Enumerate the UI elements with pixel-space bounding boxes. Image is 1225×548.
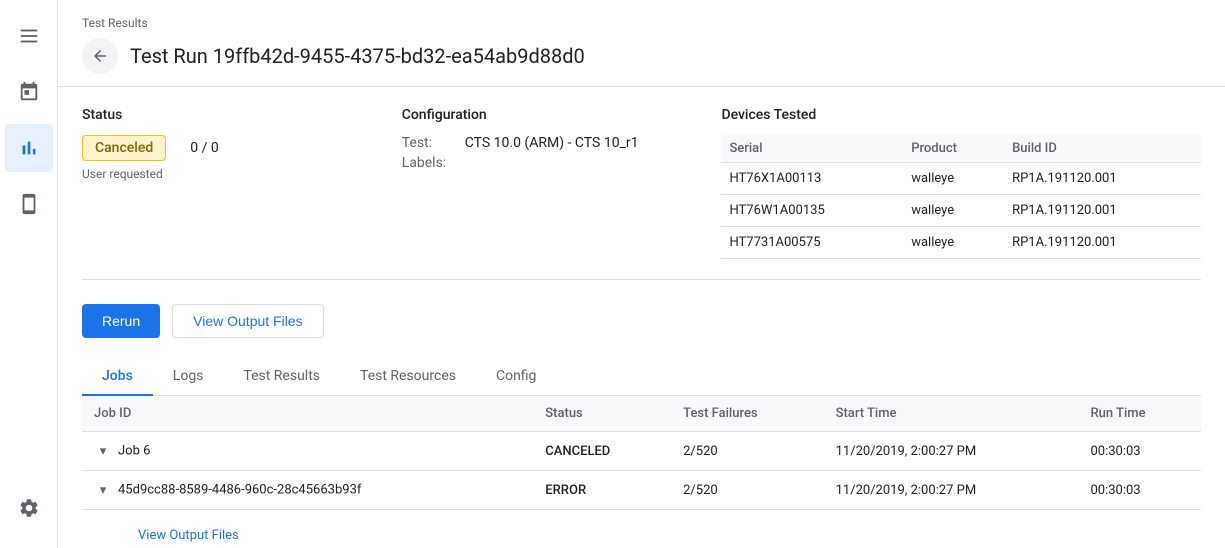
status-label: Status	[82, 107, 402, 123]
device-buildid: RP1A.191120.001	[1004, 195, 1201, 227]
devices-col-buildid: Build ID	[1004, 135, 1201, 163]
jobs-table-row: ▾45d9cc88-8589-4486-960c-28c45663b93f ER…	[82, 471, 1201, 510]
sidebar-item-phone[interactable]	[5, 180, 53, 228]
job-failures-cell: 2/520	[671, 432, 823, 471]
devices-label: Devices Tested	[721, 107, 1201, 123]
device-product: walleye	[903, 227, 1004, 259]
job-status-cell: CANCELED	[533, 432, 671, 471]
sidebar-item-list[interactable]	[5, 12, 53, 60]
devices-table-row: HT76X1A00113 walleye RP1A.191120.001	[721, 163, 1201, 195]
expand-icon[interactable]: ▾	[94, 481, 112, 499]
job-runtime-cell: 00:30:03	[1078, 432, 1201, 471]
view-output-row: View Output Files	[82, 510, 1201, 548]
device-buildid: RP1A.191120.001	[1004, 163, 1201, 195]
jobs-col-status: Status	[533, 396, 671, 432]
tab-test-resources[interactable]: Test Resources	[340, 358, 476, 396]
content-area: Status Canceled 0 / 0 User requested Con…	[58, 87, 1225, 548]
job-status-cell: ERROR	[533, 471, 671, 510]
job-runtime-cell: 00:30:03	[1078, 471, 1201, 510]
page-title: Test Run 19ffb42d-9455-4375-bd32-ea54ab9…	[130, 44, 585, 68]
devices-table-row: HT76W1A00135 walleye RP1A.191120.001	[721, 195, 1201, 227]
breadcrumb: Test Results	[82, 16, 1201, 30]
jobs-col-failures: Test Failures	[671, 396, 823, 432]
config-label: Configuration	[402, 107, 722, 123]
user-requested-text: User requested	[82, 167, 402, 181]
main-content: Test Results Test Run 19ffb42d-9455-4375…	[58, 0, 1225, 548]
header: Test Results Test Run 19ffb42d-9455-4375…	[58, 0, 1225, 87]
devices-table: Serial Product Build ID HT76X1A00113 wal…	[721, 135, 1201, 259]
device-serial: HT76W1A00135	[721, 195, 903, 227]
device-product: walleye	[903, 195, 1004, 227]
jobs-col-runtime: Run Time	[1078, 396, 1201, 432]
job-failures-cell: 2/520	[671, 471, 823, 510]
job-start-cell: 11/20/2019, 2:00:27 PM	[824, 432, 1079, 471]
device-serial: HT76X1A00113	[721, 163, 903, 195]
config-labels-key: Labels:	[402, 155, 457, 171]
info-section: Status Canceled 0 / 0 User requested Con…	[82, 107, 1201, 280]
sidebar-item-calendar[interactable]	[5, 68, 53, 116]
tab-jobs[interactable]: Jobs	[82, 358, 153, 396]
tab-config[interactable]: Config	[476, 358, 556, 396]
jobs-col-jobid: Job ID	[82, 396, 533, 432]
config-col: Configuration Test: CTS 10.0 (ARM) - CTS…	[402, 107, 722, 259]
expand-icon[interactable]: ▾	[94, 442, 112, 460]
device-product: walleye	[903, 163, 1004, 195]
view-output-files-link[interactable]: View Output Files	[126, 520, 251, 548]
view-output-button[interactable]: View Output Files	[172, 304, 323, 338]
sidebar-item-settings[interactable]	[5, 484, 53, 532]
job-id-cell: ▾Job 6	[82, 432, 533, 471]
tab-logs[interactable]: Logs	[153, 358, 224, 396]
back-button[interactable]	[82, 38, 118, 74]
device-serial: HT7731A00575	[721, 227, 903, 259]
jobs-col-start: Start Time	[824, 396, 1079, 432]
progress-text: 0 / 0	[190, 140, 218, 156]
config-test-value: CTS 10.0 (ARM) - CTS 10_r1	[465, 135, 639, 151]
sidebar	[0, 0, 58, 548]
config-test-key: Test:	[402, 135, 457, 151]
device-buildid: RP1A.191120.001	[1004, 227, 1201, 259]
devices-col: Devices Tested Serial Product Build ID H…	[721, 107, 1201, 259]
tab-test-results[interactable]: Test Results	[223, 358, 340, 396]
rerun-button[interactable]: Rerun	[82, 304, 160, 338]
action-row: Rerun View Output Files	[82, 304, 1201, 338]
devices-col-product: Product	[903, 135, 1004, 163]
sidebar-item-chart[interactable]	[5, 124, 53, 172]
job-id-cell: ▾45d9cc88-8589-4486-960c-28c45663b93f	[82, 471, 533, 510]
tabs-bar: Jobs Logs Test Results Test Resources Co…	[82, 358, 1201, 396]
status-badge: Canceled	[82, 135, 166, 161]
jobs-table-row: ▾Job 6 CANCELED 2/520 11/20/2019, 2:00:2…	[82, 432, 1201, 471]
devices-col-serial: Serial	[721, 135, 903, 163]
jobs-table: Job ID Status Test Failures Start Time R…	[82, 396, 1201, 548]
devices-table-row: HT7731A00575 walleye RP1A.191120.001	[721, 227, 1201, 259]
status-col: Status Canceled 0 / 0 User requested	[82, 107, 402, 259]
job-start-cell: 11/20/2019, 2:00:27 PM	[824, 471, 1079, 510]
